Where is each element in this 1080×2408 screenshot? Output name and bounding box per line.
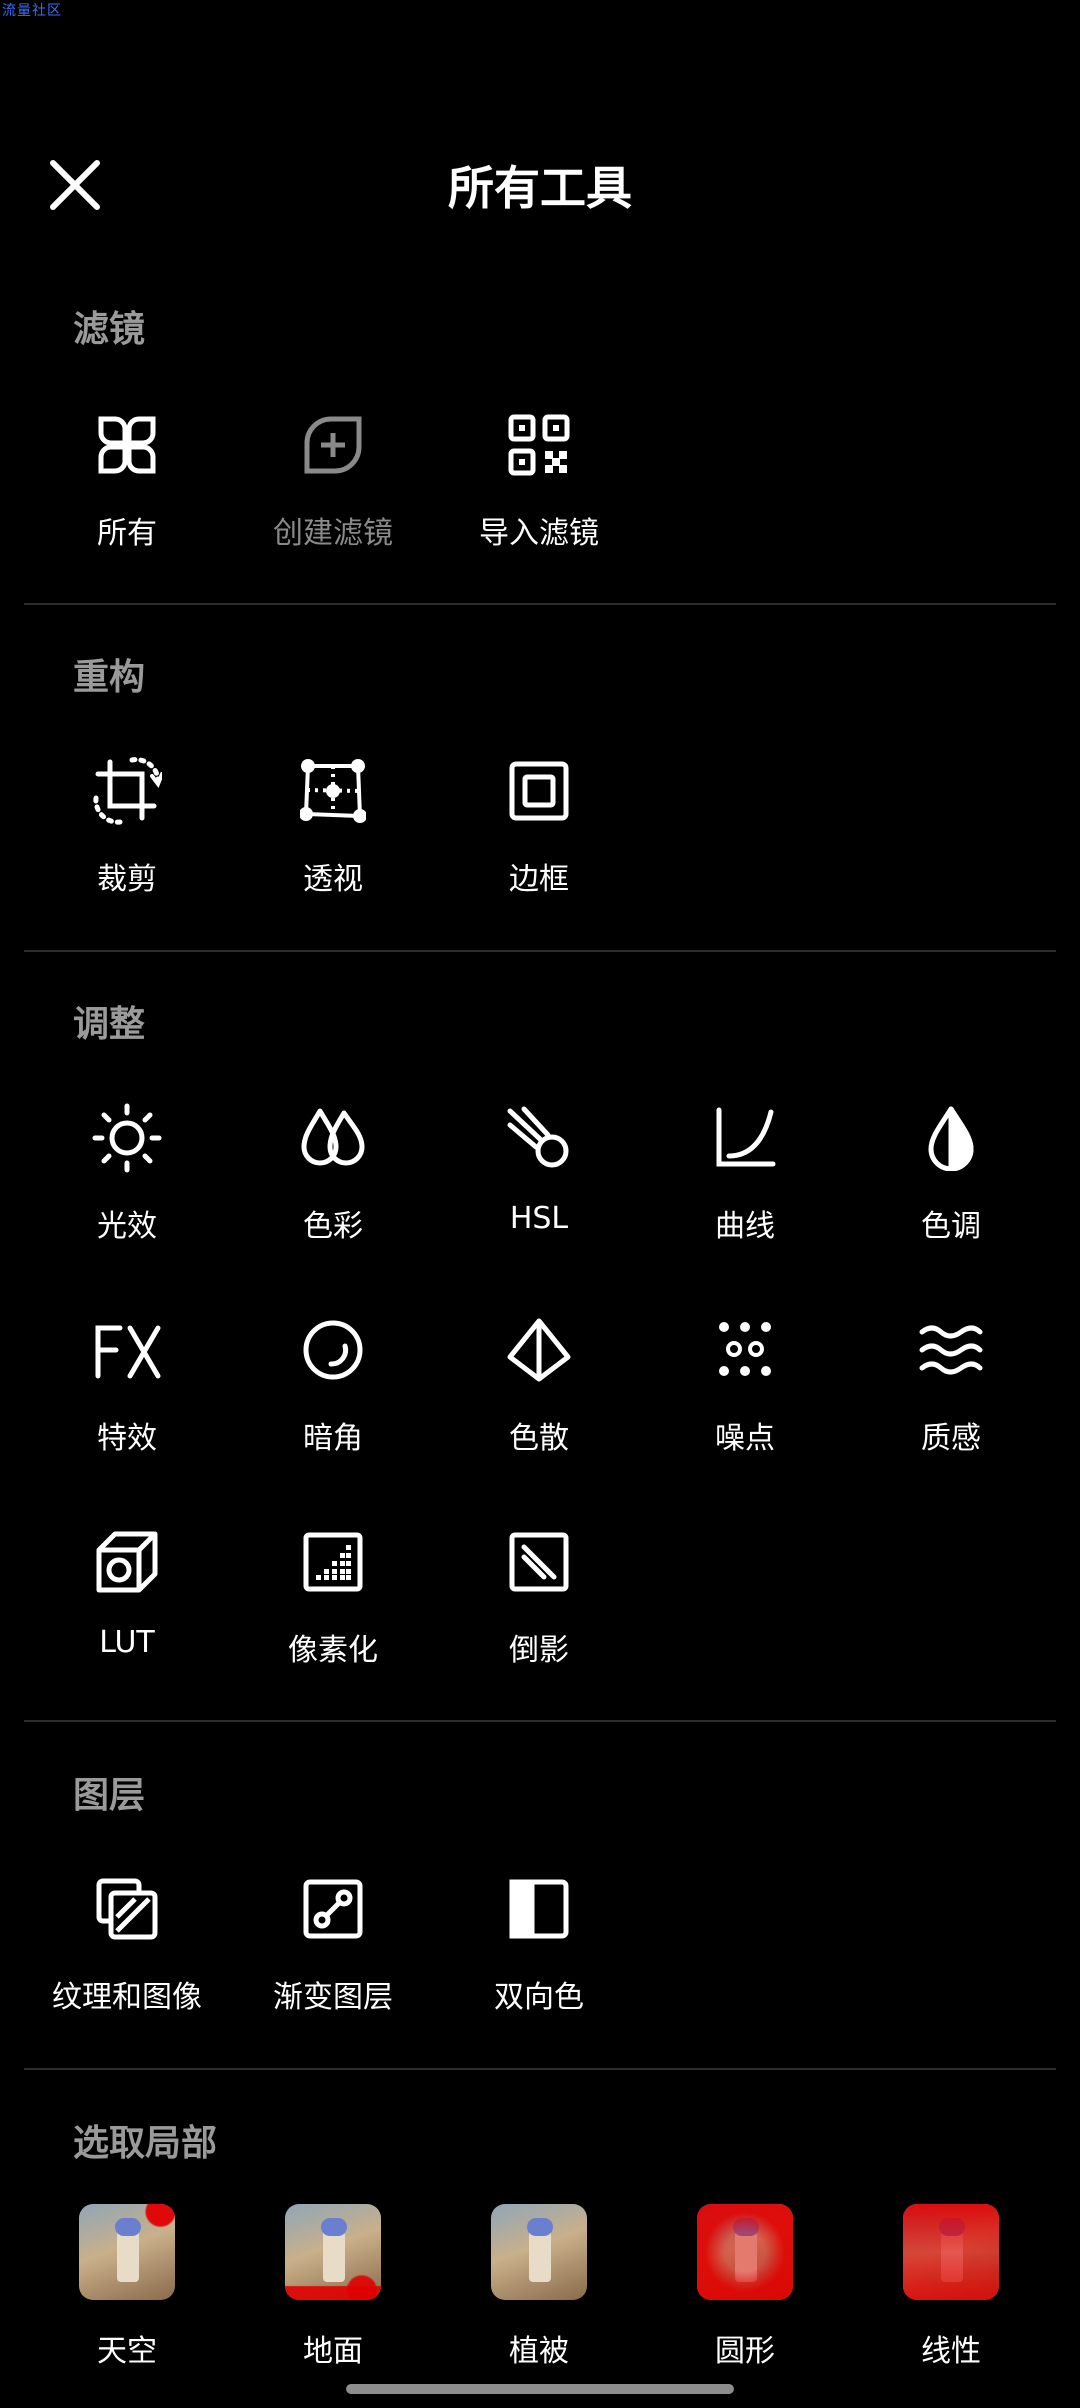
fx-icon xyxy=(92,1315,162,1385)
curve-icon xyxy=(710,1103,780,1173)
frame-icon xyxy=(504,756,574,826)
tool-label: 双向色 xyxy=(494,1980,584,2015)
tool-select-ground[interactable]: 地面 xyxy=(230,2204,436,2374)
double-drop-icon xyxy=(298,1103,368,1173)
divider xyxy=(24,603,1056,605)
sky-mask-thumbnail xyxy=(79,2204,175,2300)
tool-label: 曲线 xyxy=(715,1209,775,1244)
tool-label: 色彩 xyxy=(303,1209,363,1244)
tool-texture-image[interactable]: 纹理和图像 xyxy=(24,1874,230,2044)
tool-import-filter[interactable]: 导入滤镜 xyxy=(436,410,642,580)
tool-label: 创建滤镜 xyxy=(273,516,393,551)
tool-texture[interactable]: 质感 xyxy=(848,1315,1054,1485)
duotone-icon xyxy=(504,1874,574,1944)
layered-image-icon xyxy=(92,1874,162,1944)
crop-rotate-icon xyxy=(92,756,162,826)
home-indicator[interactable] xyxy=(346,2384,734,2394)
tool-reflection[interactable]: 倒影 xyxy=(436,1527,642,1697)
tool-perspective[interactable]: 透视 xyxy=(230,756,436,926)
prism-icon xyxy=(504,1315,574,1385)
section-title-adjust: 调整 xyxy=(73,1004,146,1045)
tool-label: 线性 xyxy=(921,2334,981,2369)
tool-lut[interactable]: LUT xyxy=(24,1527,230,1697)
linear-mask-thumbnail xyxy=(903,2204,999,2300)
tool-label: 边框 xyxy=(509,862,569,897)
tool-label: 光效 xyxy=(97,1209,157,1244)
tool-color[interactable]: 色彩 xyxy=(230,1103,436,1273)
tool-dispersion[interactable]: 色散 xyxy=(436,1315,642,1485)
tool-label: 倒影 xyxy=(509,1633,569,1668)
tool-label: 地面 xyxy=(303,2334,363,2369)
tool-label: 质感 xyxy=(921,1421,981,1456)
comet-icon xyxy=(504,1103,574,1173)
divider xyxy=(24,950,1056,952)
tool-crop[interactable]: 裁剪 xyxy=(24,756,230,926)
header: 所有工具 xyxy=(0,140,1080,230)
tool-label: 圆形 xyxy=(715,2334,775,2369)
tool-light[interactable]: 光效 xyxy=(24,1103,230,1273)
sun-icon xyxy=(92,1103,162,1173)
tool-tone[interactable]: 色调 xyxy=(848,1103,1054,1273)
perspective-grid-icon xyxy=(298,756,368,826)
section-title-restructure: 重构 xyxy=(73,657,146,698)
tool-all-filters[interactable]: 所有 xyxy=(24,410,230,580)
qr-code-icon xyxy=(504,410,574,480)
section-title-select: 选取局部 xyxy=(73,2123,218,2164)
tool-duotone[interactable]: 双向色 xyxy=(436,1874,642,2044)
ground-mask-thumbnail xyxy=(285,2204,381,2300)
tool-label: 特效 xyxy=(97,1421,157,1456)
tool-pixelate[interactable]: 像素化 xyxy=(230,1527,436,1697)
tool-noise[interactable]: 噪点 xyxy=(642,1315,848,1485)
tool-label: 所有 xyxy=(97,516,157,551)
tool-label: 噪点 xyxy=(715,1421,775,1456)
tool-label: 纹理和图像 xyxy=(52,1980,202,2015)
cube-icon xyxy=(92,1527,162,1597)
tool-vignette[interactable]: 暗角 xyxy=(230,1315,436,1485)
tool-label: 透视 xyxy=(303,862,363,897)
tool-label: LUT xyxy=(99,1625,155,1660)
add-leaf-icon xyxy=(298,410,368,480)
tool-label: HSL xyxy=(509,1201,569,1236)
radial-mask-thumbnail xyxy=(697,2204,793,2300)
tool-label: 导入滤镜 xyxy=(479,516,599,551)
waves-icon xyxy=(916,1315,986,1385)
tool-hsl[interactable]: HSL xyxy=(436,1103,642,1273)
all-tools-screen: 流量社区 所有工具 滤镜 所有 创建滤镜 导入滤镜 重构 裁剪 透视 边框 调整… xyxy=(0,0,1080,2408)
page-title: 所有工具 xyxy=(448,161,632,215)
tool-select-vegetation[interactable]: 植被 xyxy=(436,2204,642,2374)
gradient-line-icon xyxy=(298,1874,368,1944)
divider xyxy=(24,1720,1056,1722)
pixel-grid-icon xyxy=(298,1527,368,1597)
section-title-filters: 滤镜 xyxy=(73,309,146,350)
reflection-icon xyxy=(504,1527,574,1597)
tool-curves[interactable]: 曲线 xyxy=(642,1103,848,1273)
divider xyxy=(24,2068,1056,2070)
four-petal-icon xyxy=(92,410,162,480)
tool-create-filter[interactable]: 创建滤镜 xyxy=(230,410,436,580)
tool-select-linear[interactable]: 线性 xyxy=(848,2204,1054,2374)
tool-select-sky[interactable]: 天空 xyxy=(24,2204,230,2374)
tool-label: 渐变图层 xyxy=(273,1980,393,2015)
tool-gradient-layer[interactable]: 渐变图层 xyxy=(230,1874,436,2044)
tool-border[interactable]: 边框 xyxy=(436,756,642,926)
watermark-text: 流量社区 xyxy=(2,3,62,19)
tool-label: 暗角 xyxy=(303,1421,363,1456)
half-drop-icon xyxy=(916,1103,986,1173)
tool-label: 像素化 xyxy=(288,1633,378,1668)
tool-label: 天空 xyxy=(97,2334,157,2369)
section-title-layers: 图层 xyxy=(73,1775,146,1816)
tool-select-radial[interactable]: 圆形 xyxy=(642,2204,848,2374)
tool-label: 植被 xyxy=(509,2334,569,2369)
vegetation-mask-thumbnail xyxy=(491,2204,587,2300)
tool-label: 色调 xyxy=(921,1209,981,1244)
tool-effects[interactable]: 特效 xyxy=(24,1315,230,1485)
vignette-icon xyxy=(298,1315,368,1385)
dots-icon xyxy=(710,1315,780,1385)
tool-label: 裁剪 xyxy=(97,862,157,897)
tool-label: 色散 xyxy=(509,1421,569,1456)
